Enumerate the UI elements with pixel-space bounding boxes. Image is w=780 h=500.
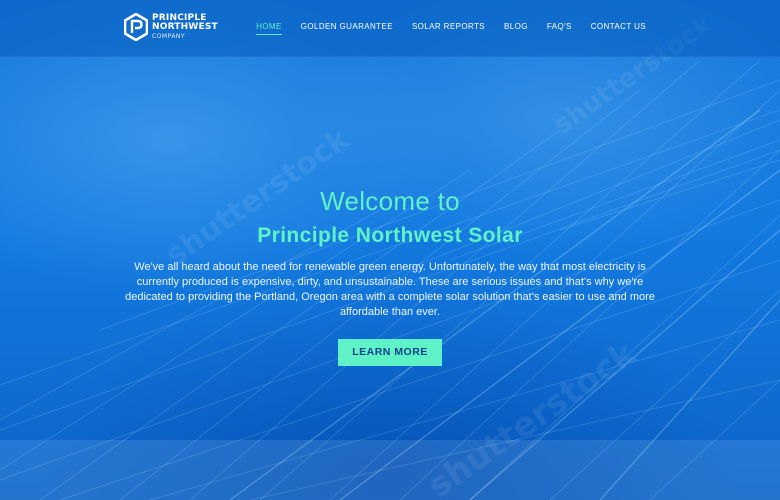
nav-item-home[interactable]: HOME	[256, 22, 282, 35]
nav-item-contact-us[interactable]: CONTACT US	[591, 22, 646, 35]
site-header: PRINCIPLE NORTHWEST COMPANY HOME GOLDEN …	[0, 0, 780, 57]
brand-line-3: COMPANY	[152, 32, 186, 40]
nav-item-faqs[interactable]: FAQ'S	[547, 22, 572, 35]
brand-wordmark: PRINCIPLE NORTHWEST COMPANY	[152, 13, 218, 41]
nav-item-blog[interactable]: BLOG	[504, 22, 528, 35]
main-nav: HOME GOLDEN GUARANTEE SOLAR REPORTS BLOG…	[256, 22, 646, 35]
hero-description: We've all heard about the need for renew…	[125, 261, 655, 318]
hero-section: Welcome to Principle Northwest Solar We'…	[0, 186, 780, 366]
brand-logo[interactable]: PRINCIPLE NORTHWEST COMPANY	[124, 13, 218, 41]
page: shutterstock shutterstock shutterstock P…	[0, 0, 780, 500]
nav-item-solar-reports[interactable]: SOLAR REPORTS	[412, 22, 485, 35]
brand-line-2: NORTHWEST	[152, 21, 218, 32]
nav-item-golden-guarantee[interactable]: GOLDEN GUARANTEE	[301, 22, 393, 35]
hero-subtitle: Welcome to	[320, 186, 460, 216]
hexagon-p-icon	[124, 13, 148, 41]
learn-more-button[interactable]: LEARN MORE	[338, 339, 442, 366]
hero-title: Principle Northwest Solar	[257, 224, 523, 247]
